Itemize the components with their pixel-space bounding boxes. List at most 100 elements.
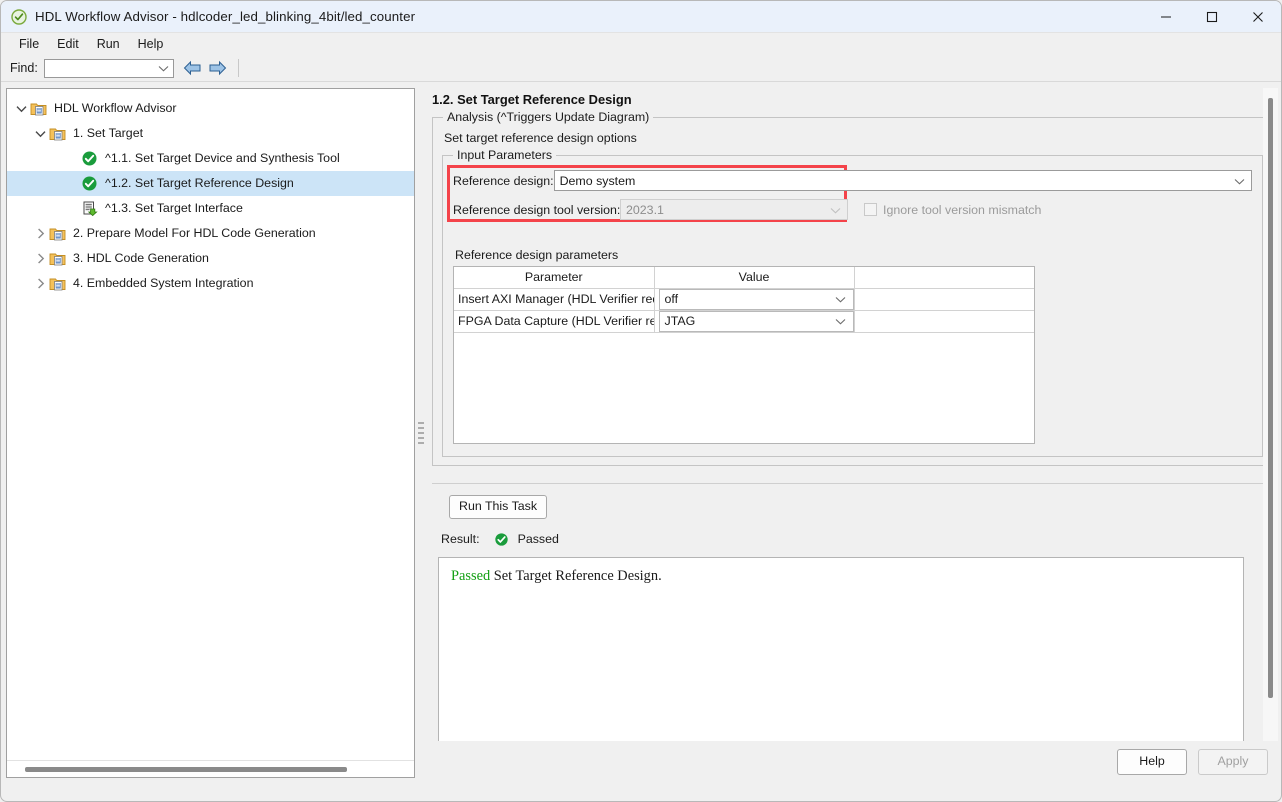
document-download-icon: [81, 200, 98, 217]
menu-help[interactable]: Help: [129, 35, 173, 53]
tree-item-label: 2. Prepare Model For HDL Code Generation: [73, 227, 316, 239]
reference-design-select[interactable]: Demo system: [554, 170, 1252, 191]
insert-axi-manager-value: off: [665, 292, 679, 306]
parameter-value-cell[interactable]: off: [654, 288, 854, 310]
analysis-group: Analysis (^Triggers Update Diagram) Set …: [432, 117, 1273, 466]
tool-version-row: Reference design tool version: 2023.1 Ig…: [453, 199, 1252, 220]
dialog-button-bar: Help Apply: [427, 743, 1281, 781]
input-parameters-group: Input Parameters Reference design: Demo …: [442, 155, 1263, 457]
reference-design-label: Reference design:: [453, 174, 554, 188]
toolbar-divider: [238, 59, 239, 77]
folder-advisor-icon: [49, 275, 66, 292]
apply-button[interactable]: Apply: [1198, 749, 1268, 775]
table-row[interactable]: Insert AXI Manager (HDL Verifier requ...…: [454, 288, 1034, 310]
window-title: HDL Workflow Advisor - hdlcoder_led_blin…: [35, 9, 415, 24]
run-task-row: Run This Task: [449, 495, 1278, 519]
tool-version-select[interactable]: 2023.1: [620, 199, 848, 220]
tree-item-label: ^1.1. Set Target Device and Synthesis To…: [105, 152, 340, 164]
section-divider: [432, 483, 1273, 484]
chevron-down-icon: [1234, 174, 1245, 188]
insert-axi-manager-select[interactable]: off: [659, 289, 854, 310]
result-message: Passed Set Target Reference Design.: [451, 568, 1231, 585]
tree-item-label: HDL Workflow Advisor: [54, 102, 177, 114]
reference-design-row: Reference design: Demo system: [453, 170, 1252, 191]
table-row[interactable]: FPGA Data Capture (HDL Verifier req... J…: [454, 310, 1034, 332]
parameter-value-cell[interactable]: JTAG: [654, 310, 854, 332]
column-header-value: Value: [654, 267, 854, 288]
folder-advisor-icon: [49, 250, 66, 267]
task-detail-panel: 1.2. Set Target Reference Design Analysi…: [427, 88, 1278, 741]
panel-splitter[interactable]: [415, 88, 427, 778]
workflow-tree-panel: HDL Workflow Advisor 1. Set Target: [6, 88, 415, 778]
tree-item-set-target-interface[interactable]: ^1.3. Set Target Interface: [7, 196, 414, 221]
ignore-tool-version-mismatch-label: Ignore tool version mismatch: [883, 203, 1041, 217]
analysis-description: Set target reference design options: [444, 131, 1263, 145]
result-status-text: Passed: [518, 532, 559, 546]
row-spacer-cell: [854, 310, 1034, 332]
chevron-right-icon[interactable]: [32, 275, 49, 292]
result-row: Result: Passed: [441, 532, 1278, 547]
menu-file[interactable]: File: [10, 35, 48, 53]
scrollbar-thumb[interactable]: [1268, 98, 1273, 698]
splitter-grip-icon: [418, 422, 424, 444]
table-header-row: Parameter Value: [454, 267, 1034, 288]
menubar: File Edit Run Help: [1, 33, 1281, 55]
result-label: Result:: [441, 532, 480, 546]
fpga-data-capture-select[interactable]: JTAG: [659, 311, 854, 332]
ignore-tool-version-mismatch-checkbox[interactable]: [864, 203, 877, 216]
chevron-right-icon[interactable]: [32, 225, 49, 242]
tree-item-prepare-model-for-hdl-code-generation[interactable]: 2. Prepare Model For HDL Code Generation: [7, 221, 414, 246]
column-header-parameter: Parameter: [454, 267, 654, 288]
find-navigation: [183, 59, 228, 77]
blue-right-arrow-icon[interactable]: [208, 59, 228, 77]
tree-item-label: 1. Set Target: [73, 127, 143, 139]
tree-item-hdl-workflow-advisor[interactable]: HDL Workflow Advisor: [7, 96, 414, 121]
blue-left-arrow-icon[interactable]: [183, 59, 203, 77]
folder-advisor-icon: [30, 100, 47, 117]
chevron-down-icon[interactable]: [32, 125, 49, 142]
workflow-tree: HDL Workflow Advisor 1. Set Target: [7, 89, 414, 296]
ignore-tool-version-mismatch-row[interactable]: Ignore tool version mismatch: [864, 203, 1041, 217]
tree-item-label: ^1.2. Set Target Reference Design: [105, 177, 294, 189]
tree-item-label: 3. HDL Code Generation: [73, 252, 209, 264]
tree-item-set-target-device-and-synthesis-tool[interactable]: ^1.1. Set Target Device and Synthesis To…: [7, 146, 414, 171]
tree-horizontal-scrollbar[interactable]: [7, 760, 414, 777]
result-message-body: Set Target Reference Design.: [490, 568, 662, 584]
help-button[interactable]: Help: [1117, 749, 1187, 775]
reference-design-parameters-section: Reference design parameters Parameter Va…: [453, 236, 1252, 444]
green-check-circle-icon: [81, 175, 98, 192]
reference-design-value: Demo system: [560, 174, 636, 188]
chevron-right-icon[interactable]: [32, 250, 49, 267]
tool-version-label: Reference design tool version:: [453, 203, 620, 217]
tool-version-value: 2023.1: [626, 203, 664, 217]
folder-advisor-icon: [49, 125, 66, 142]
chevron-down-icon: [835, 292, 846, 306]
row-spacer-cell: [854, 288, 1034, 310]
chevron-down-icon: [830, 203, 841, 217]
scrollbar-thumb[interactable]: [25, 767, 347, 772]
tree-item-set-target-reference-design[interactable]: ^1.2. Set Target Reference Design: [7, 171, 414, 196]
close-icon[interactable]: [1235, 1, 1281, 33]
hdl-workflow-advisor-window: HDL Workflow Advisor - hdlcoder_led_blin…: [0, 0, 1282, 802]
maximize-icon[interactable]: [1189, 1, 1235, 33]
tree-item-embedded-system-integration[interactable]: 4. Embedded System Integration: [7, 271, 414, 296]
green-check-circle-icon: [11, 9, 27, 25]
tree-item-hdl-code-generation[interactable]: 3. HDL Code Generation: [7, 246, 414, 271]
menu-edit[interactable]: Edit: [48, 35, 88, 53]
input-parameters-legend: Input Parameters: [453, 148, 556, 162]
folder-advisor-icon: [49, 225, 66, 242]
menu-run[interactable]: Run: [88, 35, 129, 53]
window-titlebar: HDL Workflow Advisor - hdlcoder_led_blin…: [1, 1, 1281, 33]
fpga-data-capture-value: JTAG: [665, 314, 696, 328]
run-this-task-button[interactable]: Run This Task: [449, 495, 547, 519]
tree-item-set-target[interactable]: 1. Set Target: [7, 121, 414, 146]
minimize-icon[interactable]: [1143, 1, 1189, 33]
main-vertical-scrollbar[interactable]: [1263, 88, 1278, 741]
result-output-box: Passed Set Target Reference Design.: [438, 557, 1244, 742]
column-header-spacer: [854, 267, 1034, 288]
window-controls: [1143, 1, 1281, 33]
find-input[interactable]: [44, 59, 174, 78]
find-label: Find:: [10, 61, 38, 75]
parameter-name-cell: FPGA Data Capture (HDL Verifier req...: [454, 310, 654, 332]
chevron-down-icon[interactable]: [13, 100, 30, 117]
